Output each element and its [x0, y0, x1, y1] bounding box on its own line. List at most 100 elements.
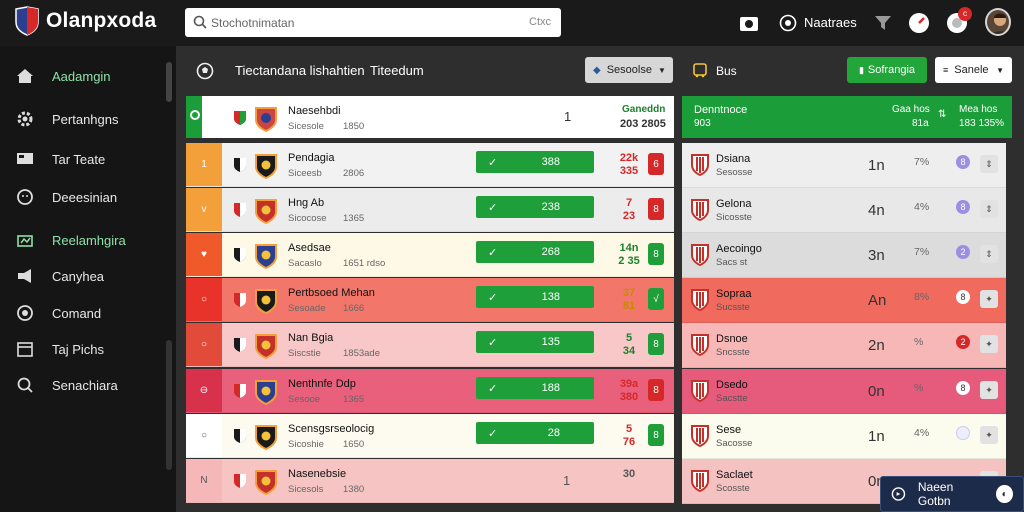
club-sub: Sesosse — [716, 167, 753, 178]
rank-badge: 8 — [956, 381, 970, 395]
sort-arrow-icon[interactable]: ⇅ — [938, 109, 946, 120]
expand-button[interactable]: ⇕ — [980, 245, 998, 263]
section-subtitle[interactable]: Titeedum — [370, 63, 424, 78]
expand-button[interactable]: ✦ — [980, 290, 998, 308]
standings-row[interactable]: Aecoingo Sacs st 3n 7% 2 ⇕ — [682, 233, 1006, 278]
standings-row[interactable]: Dsedo Sacstte 0n% 8 ✦ — [682, 369, 1006, 414]
right-panel-header: Denntnoce 903 Gaa hos 81a ⇅ Mea hos 183 … — [682, 96, 1012, 138]
odds-badge-value: 6 — [653, 158, 659, 170]
status-marker: v — [201, 203, 207, 215]
app-logo[interactable]: Olanpxoda — [14, 6, 156, 36]
team-name: Nenthnfe Ddp — [288, 378, 356, 390]
top-bar: Olanpxoda Ctxc Naatraes c — [0, 0, 1024, 46]
club-crest-icon — [691, 334, 709, 357]
team-sub: Siceesb — [288, 168, 322, 179]
rank-badge-value: 8 — [960, 383, 966, 393]
odds-top: 5 — [625, 332, 633, 344]
expand-button[interactable]: ✦ — [980, 381, 998, 399]
primary-action-button[interactable]: ▮ Sofrangia — [847, 57, 927, 83]
score-pill[interactable]: ✓ 238 — [476, 196, 594, 218]
odds-bottom: 81 — [622, 300, 636, 312]
odds-badge[interactable]: 8 — [648, 198, 664, 220]
table-row[interactable]: ○ Nan Bgia Siscstie 1853ade ✓ 135 5 34 8 — [186, 323, 674, 367]
club-value: 2n — [868, 337, 885, 354]
row-status-stripe: ○ — [186, 278, 222, 321]
club-percent: % — [914, 382, 924, 394]
odds-badge[interactable]: 8 — [648, 243, 664, 265]
sidebar-scrollbar[interactable] — [166, 62, 172, 102]
score-pill[interactable]: ✓ 388 — [476, 151, 594, 173]
table-row[interactable]: N Nasenebsie Sicesols 1380 1 30 — [186, 459, 674, 503]
search-icon — [14, 376, 36, 394]
odds-badge[interactable]: √ — [648, 288, 664, 310]
user-label[interactable]: Naatraes — [804, 15, 857, 30]
standings-row[interactable]: Dsnoe Sncsste 2n% 2 ✦ — [682, 323, 1006, 368]
team-meta: 1651 rdso — [343, 258, 386, 269]
expand-button[interactable]: ⇕ — [980, 200, 998, 218]
filter-icon[interactable] — [871, 11, 895, 35]
chat-toggle-icon: ◐ — [996, 485, 1013, 503]
standings-row[interactable]: Dsiana Sesosse 1n 7% 8 ⇕ — [682, 143, 1006, 188]
sidebar-item-calendar[interactable]: Taj Pichs — [14, 337, 162, 361]
sidebar-item-tv[interactable]: Tar Teate — [14, 147, 162, 171]
standings-row[interactable]: Sese Sacosse 1n 4% ✦ — [682, 414, 1006, 459]
score-pill[interactable]: ✓ 268 — [476, 241, 594, 263]
target-icon — [14, 304, 36, 322]
club-name: Dsedo — [716, 379, 748, 391]
club-percent: % — [914, 336, 924, 348]
sidebar-item-search[interactable]: Senachiara — [14, 373, 162, 397]
expand-button[interactable]: ✦ — [980, 335, 998, 353]
sidebar-item-charts[interactable]: Reelamhgira — [14, 228, 162, 252]
status-marker: ○ — [200, 429, 208, 441]
expand-button[interactable]: ⇕ — [980, 155, 998, 173]
speed-icon[interactable] — [907, 11, 931, 35]
odds-badge[interactable]: 6 — [648, 153, 664, 175]
sidebar-item-campaigns[interactable]: Canyhea — [14, 264, 162, 288]
rank-badge-value: 8 — [960, 202, 966, 212]
select-circle-icon[interactable] — [190, 110, 200, 120]
search-icon — [193, 15, 207, 29]
score-pill[interactable]: ✓ 138 — [476, 286, 594, 308]
chat-button[interactable]: Naeen Gotbn ◐ — [880, 476, 1024, 512]
search-input[interactable] — [211, 8, 501, 37]
rank-badge: 8 — [956, 155, 970, 169]
odds-badge[interactable]: 8 — [648, 379, 664, 401]
sort-dropdown[interactable]: ≡ Sanele ▼ — [935, 57, 1012, 83]
sidebar-item-clock[interactable]: Deeesinian — [14, 185, 162, 209]
expand-button[interactable]: ✦ — [980, 426, 998, 444]
sidebar-item-home[interactable]: Aadamgin — [14, 64, 162, 88]
avatar[interactable] — [985, 8, 1011, 36]
standings-row[interactable]: Sopraa Sucsste An 8% 8 ✦ — [682, 278, 1006, 323]
camera-icon[interactable] — [737, 11, 761, 35]
odds-badge[interactable]: 8 — [648, 333, 664, 355]
club-name: Saclaet — [716, 469, 753, 481]
globe-icon[interactable] — [776, 11, 800, 35]
odds-value: 39a 380 — [616, 378, 642, 404]
score-pill[interactable]: ✓ 135 — [476, 331, 594, 353]
standings-row[interactable]: Gelona Sicosste 4n 4% 8 ⇕ — [682, 188, 1006, 233]
soccer-ball-icon — [196, 62, 214, 80]
check-icon: ✓ — [488, 291, 498, 304]
score-pill[interactable]: ✓ 28 — [476, 422, 594, 444]
odds-badge[interactable]: 8 — [648, 424, 664, 446]
table-row[interactable]: 1 Pendagia Siceesb 2806 ✓ 388 22k 335 6 — [186, 143, 674, 187]
sidebar-item-command[interactable]: Comand — [14, 301, 162, 325]
club-name: Aecoingo — [716, 243, 762, 255]
team-sub: Sicesols — [288, 484, 324, 495]
club-value: 0n — [868, 383, 885, 400]
table-header-row[interactable]: Naesehbdi Sicesole 1850 1 Ganeddn 203 28… — [186, 96, 674, 138]
score-pill[interactable]: ✓ 188 — [476, 377, 594, 399]
team-crest-icon — [234, 248, 246, 262]
filter-dropdown[interactable]: ◆ Sesoolse ▼ — [585, 57, 673, 83]
table-row[interactable]: v Hng Ab Sicocose 1365 ✓ 238 7 23 8 — [186, 188, 674, 232]
table-row[interactable]: ○ Scensgsrseolocig Sicoshie 1650 ✓ 28 5 76 8 — [186, 414, 674, 458]
sidebar-item-settings[interactable]: Pertanhgns — [14, 107, 162, 131]
table-row[interactable]: ⊖ Nenthnfe Ddp Sesooe 1365 ✓ 188 39a 380 8 — [186, 369, 674, 413]
team-crest-icon — [234, 293, 246, 307]
check-icon: ✓ — [488, 201, 498, 214]
search-bar[interactable]: Ctxc — [185, 8, 561, 37]
table-row[interactable]: ○ Pertbsoed Mehan Sesoade 1666 ✓ 138 37 81 √ — [186, 278, 674, 322]
table-row[interactable]: ♥ Asedsae Sacaslo 1651 rdso ✓ 268 14n 2 35 8 — [186, 233, 674, 277]
chevron-down-icon: ▼ — [996, 65, 1004, 75]
chat-label: Naeen Gotbn — [917, 480, 954, 508]
